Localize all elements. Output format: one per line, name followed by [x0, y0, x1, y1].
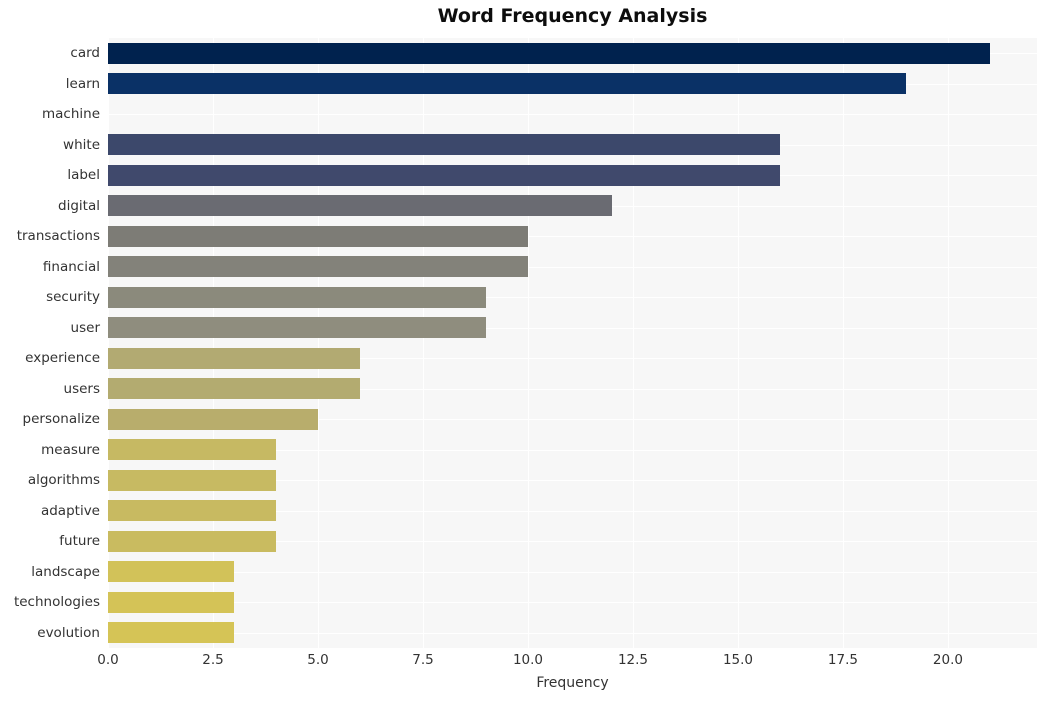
bar-technologies[interactable] [108, 592, 234, 613]
bar-card[interactable] [108, 43, 990, 64]
x-axis-title: Frequency [536, 675, 609, 691]
y-tick-label-digital: digital [58, 197, 100, 214]
x-gridline [947, 38, 949, 648]
x-gridline [527, 38, 529, 648]
y-tick-label-white: white [63, 136, 100, 153]
x-gridline [212, 38, 214, 648]
bar-white[interactable] [108, 134, 780, 155]
x-gridline [108, 38, 109, 648]
x-gridline [422, 38, 424, 648]
y-tick-label-learn: learn [65, 75, 100, 92]
bar-user[interactable] [108, 317, 486, 338]
bar-measure[interactable] [108, 439, 276, 460]
y-tick-label-card: card [70, 45, 100, 62]
x-tick-label-5.0: 5.0 [307, 652, 329, 668]
bar-future[interactable] [108, 531, 276, 552]
y-tick-label-adaptive: adaptive [40, 502, 100, 519]
y-tick-label-experience: experience [25, 350, 100, 367]
y-gridline [108, 572, 1037, 573]
chart-title: Word Frequency Analysis [437, 5, 708, 27]
x-tick-label-15.0: 15.0 [722, 652, 753, 668]
y-tick-label-future: future [59, 533, 100, 550]
x-tick-label-12.5: 12.5 [617, 652, 648, 668]
y-tick-label-transactions: transactions [16, 228, 100, 245]
x-tick-label-0.0: 0.0 [97, 652, 119, 668]
y-axis-tick-labels: card learn machine white label digital transac… [0, 38, 100, 648]
bar-landscape[interactable] [108, 561, 234, 582]
bar-financial[interactable] [108, 256, 528, 277]
y-gridline [108, 633, 1037, 634]
bar-users[interactable] [108, 378, 360, 399]
y-gridline [108, 602, 1037, 603]
x-gridline [842, 38, 844, 648]
bar-personalize[interactable] [108, 409, 318, 430]
y-tick-label-technologies: technologies [13, 594, 100, 611]
y-tick-label-evolution: evolution [37, 624, 100, 641]
bar-evolution[interactable] [108, 622, 234, 643]
y-tick-label-user: user [70, 319, 100, 336]
y-tick-label-algorithms: algorithms [27, 472, 100, 489]
y-tick-label-measure: measure [41, 441, 100, 458]
bar-algorithms[interactable] [108, 470, 276, 491]
x-gridline [737, 38, 739, 648]
x-axis-tick-labels: 0.0 2.5 5.0 7.5 10.0 12.5 15.0 17.5 20.0 [0, 652, 1048, 674]
bar-label[interactable] [108, 165, 780, 186]
bar-experience[interactable] [108, 348, 360, 369]
x-tick-label-20.0: 20.0 [932, 652, 963, 668]
y-tick-label-personalize: personalize [22, 411, 100, 428]
y-tick-label-machine: machine [41, 106, 100, 123]
x-tick-label-10.0: 10.0 [512, 652, 543, 668]
y-tick-label-label: label [67, 167, 100, 184]
x-gridline [632, 38, 634, 648]
bar-transactions[interactable] [108, 226, 528, 247]
y-tick-label-landscape: landscape [31, 563, 100, 580]
x-tick-label-2.5: 2.5 [202, 652, 224, 668]
x-tick-label-17.5: 17.5 [827, 652, 858, 668]
y-tick-label-users: users [63, 380, 100, 397]
bar-learn[interactable] [108, 73, 906, 94]
x-gridline [317, 38, 319, 648]
bar-digital[interactable] [108, 195, 612, 216]
plot-area [108, 38, 1037, 648]
bar-security[interactable] [108, 287, 486, 308]
y-tick-label-security: security [46, 289, 100, 306]
x-tick-label-7.5: 7.5 [412, 652, 434, 668]
bar-machine[interactable] [108, 104, 864, 125]
bar-adaptive[interactable] [108, 500, 276, 521]
y-tick-label-financial: financial [42, 258, 100, 275]
chart-figure: Word Frequency Analysis card learn machine… [0, 0, 1048, 701]
